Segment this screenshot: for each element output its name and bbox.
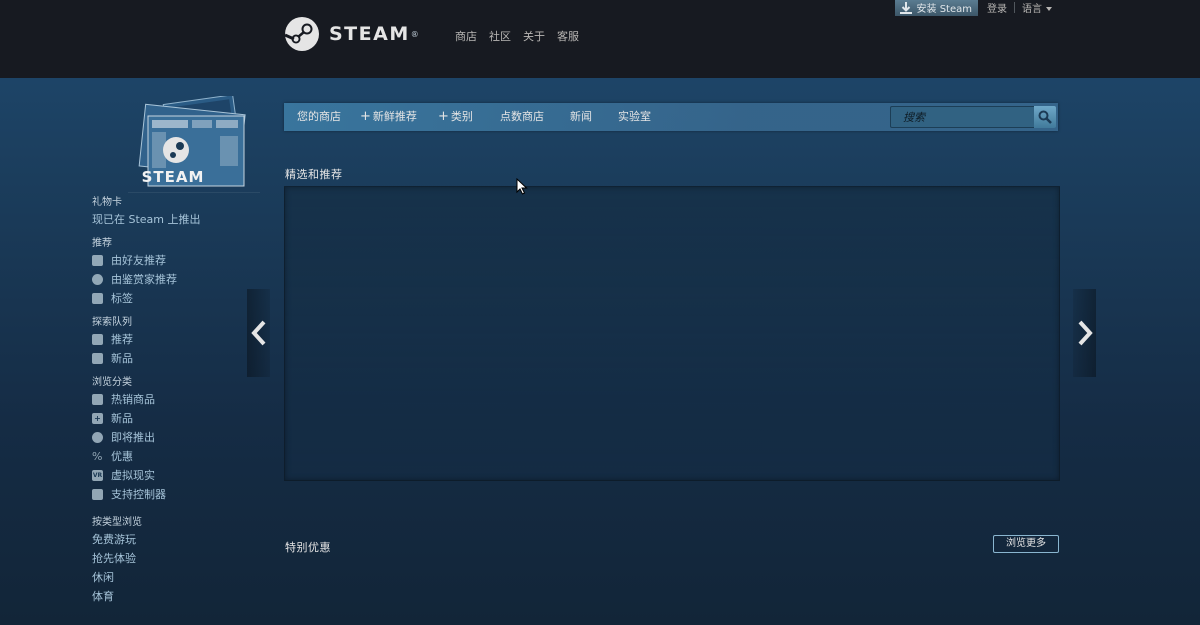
global-actions: 安装 Steam 登录 语言 (894, 0, 1052, 16)
install-steam-button[interactable]: 安装 Steam (894, 0, 978, 16)
global-header: STEAM ® 商店 社区 关于 客服 安装 Steam 登录 语言 (0, 0, 1200, 78)
tab-new-noteworthy-label: 新鲜推荐 (372, 110, 417, 123)
nav-support[interactable]: 客服 (557, 28, 579, 44)
plus-icon: + (438, 109, 449, 124)
sidebar-item-label: 虚拟现实 (111, 469, 155, 482)
sidebar-item-label: 抢先体验 (92, 552, 136, 565)
nav-community[interactable]: 社区 (489, 28, 511, 44)
chevron-right-icon (1078, 320, 1093, 346)
caret-down-icon (1046, 7, 1052, 11)
sidebar-item-label: 标签 (111, 292, 133, 305)
sidebar-item-label: 由鉴赏家推荐 (111, 273, 177, 286)
sidebar-item-upcoming[interactable]: 即将推出 (92, 428, 262, 447)
mouse-cursor-icon (516, 178, 528, 195)
browse-more-button[interactable]: 浏览更多 (993, 535, 1059, 553)
sidebar-item-label: 体育 (92, 590, 114, 603)
login-link[interactable]: 登录 (987, 0, 1007, 15)
sidebar-item-friends[interactable]: 由好友推荐 (92, 251, 262, 270)
nav-store[interactable]: 商店 (455, 28, 477, 44)
vr-icon: VR (92, 470, 103, 481)
tab-news[interactable]: 新闻 (570, 103, 592, 131)
sidebar-item-curators[interactable]: 由鉴赏家推荐 (92, 270, 262, 289)
carousel-prev-button[interactable] (247, 289, 270, 377)
sidebar-item-label: 新品 (111, 412, 133, 425)
carousel-next-button[interactable] (1073, 289, 1096, 377)
gift-card-steam-text: STEAM (141, 168, 205, 186)
discovery-queue-heading: 探索队列 (92, 317, 132, 328)
sidebar-item-tags[interactable]: 标签 (92, 289, 262, 308)
featured-carousel[interactable] (284, 186, 1060, 481)
sidebar-item-label: 优惠 (111, 450, 133, 463)
tags-icon (92, 293, 103, 304)
sidebar-item-specials[interactable]: % 优惠 (92, 447, 262, 466)
sidebar-item-label: 新品 (111, 352, 133, 365)
gift-card-link-label: 现已在 Steam 上推出 (92, 212, 201, 226)
sidebar-item-queue-recommended[interactable]: 推荐 (92, 330, 262, 349)
main-nav: 商店 社区 关于 客服 (455, 28, 579, 44)
curator-icon (92, 274, 103, 285)
steam-logo[interactable]: STEAM ® (284, 16, 419, 52)
steam-logo-text: STEAM (329, 23, 410, 45)
sidebar-item-sports[interactable]: 体育 (92, 587, 262, 606)
chart-icon (92, 394, 103, 405)
browse-categories-heading: 浏览分类 (92, 377, 132, 388)
tab-your-store-label: 您的商店 (297, 110, 341, 123)
sidebar-item-label: 免费游玩 (92, 533, 136, 546)
featured-title: 精选和推荐 (285, 168, 343, 181)
browse-by-genre-heading: 按类型浏览 (92, 517, 142, 528)
plus-icon: + (92, 413, 103, 424)
sidebar-item-casual[interactable]: 休闲 (92, 568, 262, 587)
header-divider (1014, 2, 1015, 13)
plus-icon: + (360, 109, 371, 124)
sidebar-item-vr[interactable]: VR 虚拟现实 (92, 466, 262, 485)
left-sidebar: 礼物卡 现已在 Steam 上推出 推荐 由好友推荐 由鉴赏家推荐 标签 探索队… (92, 196, 262, 606)
sidebar-item-top-sellers[interactable]: 热销商品 (92, 390, 262, 409)
steam-logo-icon (284, 17, 319, 51)
search-button[interactable] (1034, 106, 1056, 128)
sidebar-item-queue-new[interactable]: 新品 (92, 349, 262, 368)
gift-card-link[interactable]: 现已在 Steam 上推出 (92, 210, 262, 228)
sidebar-item-label: 支持控制器 (111, 488, 166, 501)
sidebar-item-label: 推荐 (111, 333, 133, 346)
download-icon (899, 1, 912, 14)
sidebar-item-controller[interactable]: 支持控制器 (92, 485, 262, 504)
browse-more-label: 浏览更多 (1006, 538, 1046, 549)
tab-points-shop[interactable]: 点数商店 (500, 103, 544, 131)
sidebar-item-early-access[interactable]: 抢先体验 (92, 549, 262, 568)
tab-new-noteworthy[interactable]: + 新鲜推荐 (360, 103, 417, 131)
sidebar-item-label: 休闲 (92, 571, 114, 584)
queue-recommend-icon (92, 334, 103, 345)
gift-card-divider (128, 192, 260, 193)
store-nav-bar: 您的商店 + 新鲜推荐 + 类别 点数商店 新闻 实验室 (284, 103, 1058, 131)
recommended-heading: 推荐 (92, 238, 112, 249)
specials-title: 特别优惠 (285, 541, 331, 554)
sidebar-item-label: 热销商品 (111, 393, 155, 406)
tab-labs[interactable]: 实验室 (618, 103, 651, 131)
tab-categories[interactable]: + 类别 (438, 103, 473, 131)
language-dropdown[interactable]: 语言 (1022, 0, 1052, 15)
sidebar-item-label: 即将推出 (111, 431, 155, 444)
sidebar-item-free-to-play[interactable]: 免费游玩 (92, 530, 262, 549)
tab-your-store[interactable]: 您的商店 (297, 103, 341, 131)
gift-card-heading: 礼物卡 (92, 197, 122, 208)
queue-new-icon (92, 353, 103, 364)
sidebar-item-new-releases[interactable]: + 新品 (92, 409, 262, 428)
nav-about[interactable]: 关于 (523, 28, 545, 44)
friends-icon (92, 255, 103, 266)
install-steam-label: 安装 Steam (916, 4, 972, 15)
registered-mark: ® (410, 29, 419, 39)
gamepad-icon (92, 489, 103, 500)
sidebar-item-label: 由好友推荐 (111, 254, 166, 267)
search-icon (1038, 110, 1052, 124)
tab-categories-label: 类别 (450, 110, 473, 123)
tab-points-shop-label: 点数商店 (500, 110, 544, 123)
clock-icon (92, 432, 103, 443)
chevron-left-icon (251, 320, 266, 346)
language-label: 语言 (1022, 4, 1042, 15)
tab-labs-label: 实验室 (618, 110, 651, 123)
tab-news-label: 新闻 (570, 110, 592, 123)
percent-icon: % (92, 450, 103, 463)
search-input[interactable] (890, 106, 1036, 128)
